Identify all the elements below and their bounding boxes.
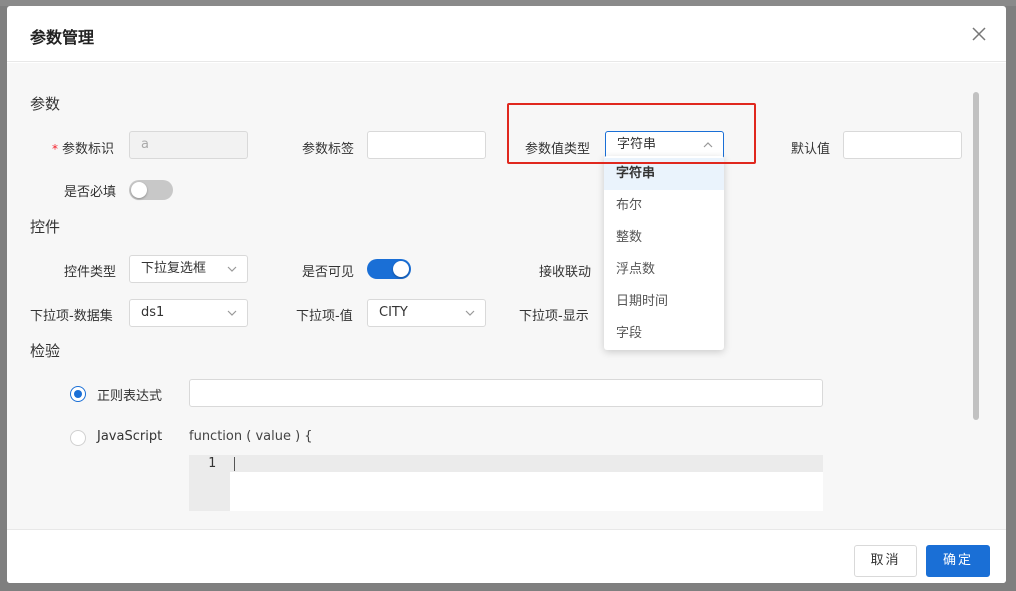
dialog-header: 参数管理 (7, 6, 1006, 62)
close-icon[interactable] (968, 23, 990, 45)
dataset-label: 下拉项-数据集 (30, 309, 113, 324)
value-type-option[interactable]: 浮点数 (604, 254, 724, 286)
param-tag-label: 参数标签 (302, 142, 355, 157)
value-type-option[interactable]: 字符串 (604, 158, 724, 190)
dialog-footer: 取消 确定 (7, 529, 1006, 583)
default-value-label: 默认值 (791, 142, 831, 157)
param-id-label: * 参数标识 (52, 138, 114, 157)
required-toggle[interactable] (129, 180, 173, 200)
line-number: 1 (208, 456, 216, 471)
dropdown-display-label: 下拉项-显示 (519, 309, 589, 324)
value-type-option[interactable]: 日期时间 (604, 286, 724, 318)
required-asterisk: * (52, 142, 58, 156)
regex-input[interactable] (189, 379, 823, 407)
visible-label: 是否可见 (302, 265, 355, 280)
chevron-up-icon (703, 142, 713, 148)
toggle-knob (131, 182, 147, 198)
value-type-option[interactable]: 布尔 (604, 190, 724, 222)
required-label: 是否必填 (64, 185, 117, 200)
ok-button[interactable]: 确定 (926, 545, 990, 577)
dropdown-value-select[interactable]: CITY (367, 299, 486, 327)
dataset-select[interactable]: ds1 (129, 299, 248, 327)
chevron-down-icon (465, 310, 475, 316)
function-header: function ( value ) { (189, 429, 313, 444)
dropdown-value-label: 下拉项-值 (296, 309, 353, 324)
chevron-down-icon (227, 266, 237, 272)
linkage-label: 接收联动 (539, 265, 592, 280)
visible-toggle[interactable] (367, 259, 411, 279)
section-title-control: 控件 (30, 218, 61, 236)
section-title-params: 参数 (30, 95, 61, 113)
text-caret (234, 457, 235, 471)
javascript-radio[interactable] (70, 430, 86, 446)
chevron-down-icon (227, 310, 237, 316)
code-editor[interactable]: 1 (189, 455, 823, 511)
code-gutter: 1 (189, 455, 230, 511)
value-type-label: 参数值类型 (525, 142, 591, 157)
default-value-input[interactable] (843, 131, 962, 159)
parameter-management-dialog: 参数管理 参数 * 参数标识 a 参数标签 参数值类型 字符串 默认值 是否必填 … (7, 6, 1006, 583)
dataset-selected: ds1 (141, 305, 165, 320)
toggle-knob (393, 261, 409, 277)
param-id-input[interactable]: a (129, 131, 248, 159)
active-line (230, 455, 823, 472)
control-type-label: 控件类型 (64, 265, 117, 280)
param-id-label-text: 参数标识 (62, 142, 115, 157)
param-tag-input[interactable] (367, 131, 486, 159)
control-type-selected: 下拉复选框 (141, 261, 207, 276)
value-type-dropdown: 字符串 布尔 整数 浮点数 日期时间 字段 (604, 156, 724, 350)
section-title-validation: 检验 (30, 342, 61, 360)
value-type-option[interactable]: 整数 (604, 222, 724, 254)
value-type-select[interactable]: 字符串 (605, 131, 724, 159)
dialog-body: 参数 * 参数标识 a 参数标签 参数值类型 字符串 默认值 是否必填 控件 控件… (7, 63, 1006, 529)
value-type-selected: 字符串 (617, 137, 657, 152)
control-type-select[interactable]: 下拉复选框 (129, 255, 248, 283)
value-type-option[interactable]: 字段 (604, 318, 724, 350)
regex-label: 正则表达式 (97, 389, 163, 404)
dropdown-value-selected: CITY (379, 305, 408, 320)
scrollbar-thumb[interactable] (973, 92, 979, 420)
regex-radio[interactable] (70, 386, 86, 402)
dialog-title: 参数管理 (30, 28, 95, 47)
cancel-button[interactable]: 取消 (854, 545, 917, 577)
javascript-label: JavaScript (97, 429, 163, 444)
